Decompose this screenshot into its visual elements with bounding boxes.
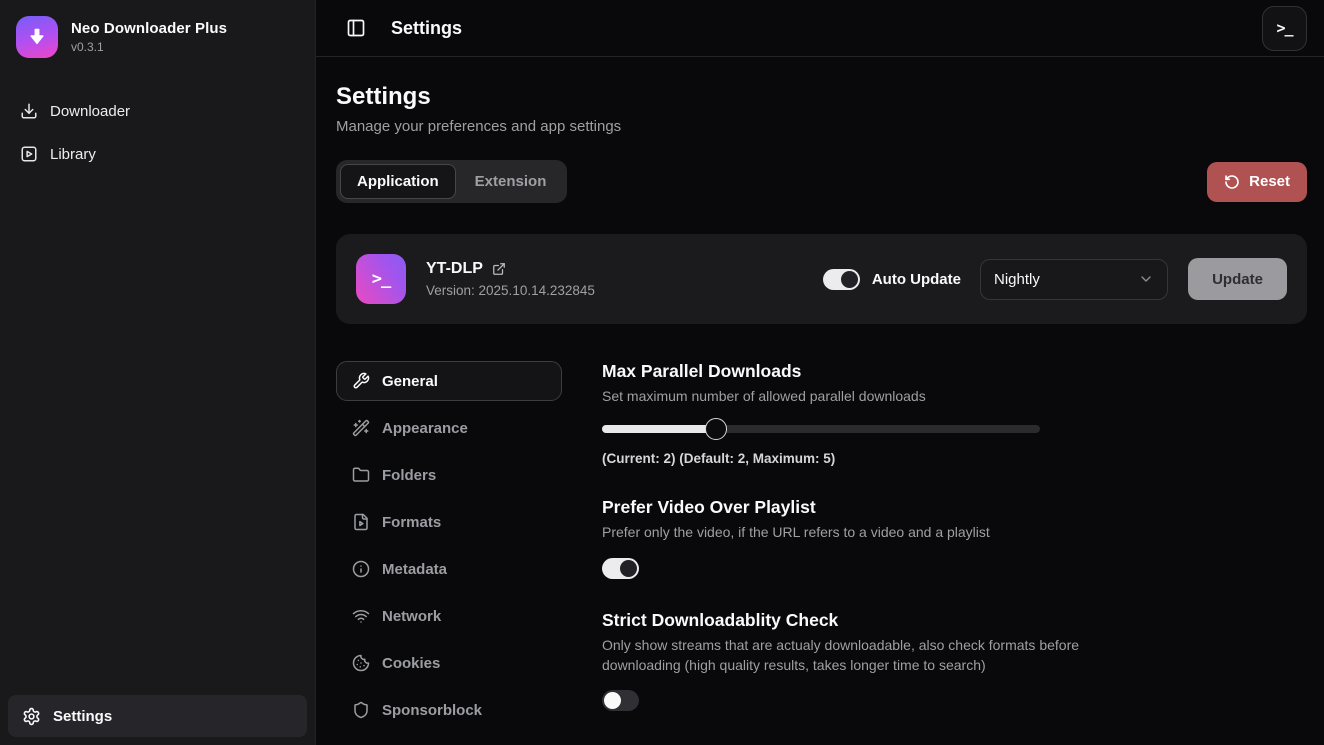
setting-strict-check: Strict Downloadablity Check Only show st…: [602, 610, 1307, 712]
settings-nav-label: Folders: [382, 467, 436, 484]
tabs-row: Application Extension Reset: [336, 160, 1307, 203]
sidebar-item-library[interactable]: Library: [16, 141, 299, 167]
wifi-icon: [352, 607, 370, 625]
sidebar: Neo Downloader Plus v0.3.1 Downloader Li…: [0, 0, 316, 745]
settings-nav-label: Formats: [382, 514, 441, 531]
setting-caption: (Current: 2) (Default: 2, Maximum: 5): [602, 451, 1307, 466]
terminal-button[interactable]: >_: [1262, 6, 1307, 51]
download-icon: [20, 102, 38, 120]
ytdlp-card: >_ YT-DLP Version: 2025.10.14.232845 Aut…: [336, 234, 1307, 324]
settings-nav-cookies[interactable]: Cookies: [336, 643, 562, 683]
setting-title: Max Parallel Downloads: [602, 361, 1307, 382]
settings-nav-label: General: [382, 373, 438, 390]
reset-button[interactable]: Reset: [1207, 162, 1307, 202]
settings-body: General Appearance: [336, 361, 1307, 730]
tab-group: Application Extension: [336, 160, 567, 203]
shield-icon: [352, 701, 370, 719]
settings-nav-formats[interactable]: Formats: [336, 502, 562, 542]
file-video-icon: [352, 513, 370, 531]
setting-max-parallel-downloads: Max Parallel Downloads Set maximum numbe…: [602, 361, 1307, 466]
chevron-down-icon: [1138, 271, 1154, 287]
setting-description: Prefer only the video, if the URL refers…: [602, 522, 1122, 542]
play-square-icon: [20, 145, 38, 163]
max-parallel-slider[interactable]: [602, 418, 1040, 440]
info-icon: [352, 560, 370, 578]
strict-check-toggle[interactable]: [602, 690, 639, 711]
settings-nav-sponsorblock[interactable]: Sponsorblock: [336, 690, 562, 730]
settings-nav-label: Sponsorblock: [382, 702, 482, 719]
update-channel-value: Nightly: [994, 271, 1040, 288]
settings-nav-folders[interactable]: Folders: [336, 455, 562, 495]
topbar: Settings >_: [316, 0, 1324, 57]
ytdlp-version: Version: 2025.10.14.232845: [426, 283, 595, 298]
cookie-icon: [352, 654, 370, 672]
reset-button-label: Reset: [1249, 173, 1290, 190]
topbar-title: Settings: [391, 18, 462, 39]
sidebar-item-label: Settings: [53, 708, 112, 725]
ytdlp-title: YT-DLP: [426, 260, 483, 278]
prefer-video-toggle[interactable]: [602, 558, 639, 579]
setting-description: Only show streams that are actualy downl…: [602, 635, 1122, 676]
external-link-icon[interactable]: [492, 262, 506, 276]
gear-icon: [22, 707, 41, 726]
panel-left-icon: [346, 18, 366, 38]
update-button[interactable]: Update: [1188, 258, 1287, 300]
app-title: Neo Downloader Plus: [71, 20, 227, 37]
settings-content: Settings Manage your preferences and app…: [316, 57, 1324, 745]
settings-nav-label: Cookies: [382, 655, 440, 672]
setting-description: Set maximum number of allowed parallel d…: [602, 386, 1122, 406]
sidebar-item-downloader[interactable]: Downloader: [16, 98, 299, 124]
sidebar-nav: Downloader Library: [0, 98, 315, 167]
folder-icon: [352, 466, 370, 484]
tab-application[interactable]: Application: [340, 164, 456, 199]
terminal-icon: >_: [1276, 19, 1292, 37]
settings-nav-label: Metadata: [382, 561, 447, 578]
sidebar-item-label: Downloader: [50, 103, 130, 120]
rotate-ccw-icon: [1224, 174, 1240, 190]
ytdlp-terminal-icon: >_: [356, 254, 406, 304]
setting-prefer-video: Prefer Video Over Playlist Prefer only t…: [602, 497, 1307, 578]
settings-nav-appearance[interactable]: Appearance: [336, 408, 562, 448]
settings-nav-label: Network: [382, 608, 441, 625]
setting-title: Prefer Video Over Playlist: [602, 497, 1307, 518]
sidebar-item-label: Library: [50, 146, 96, 163]
app-logo-download-icon: [16, 16, 58, 58]
main-area: Settings >_ Settings Manage your prefere…: [316, 0, 1324, 745]
wand-sparkles-icon: [352, 419, 370, 437]
sidebar-item-settings[interactable]: Settings: [8, 695, 307, 737]
tab-extension[interactable]: Extension: [458, 164, 564, 199]
ytdlp-controls: Auto Update Nightly Update: [823, 258, 1287, 300]
app-header: Neo Downloader Plus v0.3.1: [0, 0, 315, 72]
settings-nav-network[interactable]: Network: [336, 596, 562, 636]
settings-nav-label: Appearance: [382, 420, 468, 437]
app-identity: Neo Downloader Plus v0.3.1: [71, 20, 227, 54]
ytdlp-info: YT-DLP Version: 2025.10.14.232845: [426, 260, 595, 298]
settings-nav: General Appearance: [336, 361, 562, 730]
slider-fill: [602, 425, 716, 433]
wrench-icon: [352, 372, 370, 390]
app-version: v0.3.1: [71, 40, 227, 54]
settings-nav-general[interactable]: General: [336, 361, 562, 401]
sidebar-bottom: Settings: [0, 687, 315, 745]
sidebar-toggle-button[interactable]: [346, 18, 366, 38]
update-channel-select[interactable]: Nightly: [980, 259, 1168, 300]
page-subtitle: Manage your preferences and app settings: [336, 118, 1307, 135]
settings-nav-metadata[interactable]: Metadata: [336, 549, 562, 589]
auto-update-label: Auto Update: [872, 271, 961, 288]
setting-title: Strict Downloadablity Check: [602, 610, 1307, 631]
settings-panel: Max Parallel Downloads Set maximum numbe…: [602, 361, 1307, 730]
auto-update-toggle[interactable]: [823, 269, 860, 290]
slider-thumb[interactable]: [705, 418, 727, 440]
page-title: Settings: [336, 83, 1307, 111]
